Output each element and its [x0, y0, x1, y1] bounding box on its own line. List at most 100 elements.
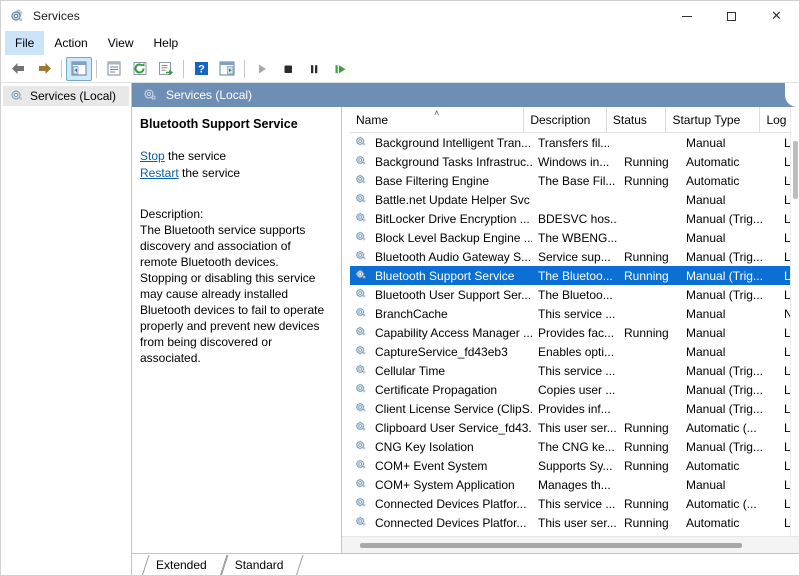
back-icon[interactable]: [5, 57, 31, 81]
service-cell-name: BitLocker Drive Encryption ...: [350, 210, 532, 227]
column-header-status[interactable]: Status: [607, 107, 667, 132]
service-cell-text: Provides fac...: [538, 326, 614, 340]
toolbar-separator-1: [61, 60, 62, 78]
services-list-body[interactable]: Background Intelligent Tran...Transfers …: [350, 133, 799, 536]
stop-service-icon[interactable]: [275, 57, 301, 81]
vertical-scrollbar[interactable]: [790, 107, 799, 536]
service-cell-description: Enables opti...: [532, 345, 618, 359]
service-gear-icon: [354, 134, 370, 151]
service-row[interactable]: Block Level Backup Engine ...The WBENG..…: [350, 228, 799, 247]
forward-icon[interactable]: [31, 57, 57, 81]
service-row[interactable]: CaptureService_fd43eb3 Enables opti... Man…: [350, 342, 799, 361]
service-cell-text: Background Intelligent Tran...: [375, 136, 531, 150]
service-cell-text: Manual: [686, 231, 725, 245]
service-cell-text: Automatic (...: [686, 421, 757, 435]
column-header-startup-type[interactable]: Startup Type: [666, 107, 760, 132]
service-cell-text: Running: [624, 155, 669, 169]
pause-service-icon[interactable]: [301, 57, 327, 81]
service-cell-startup: Automatic (...: [680, 421, 778, 435]
service-gear-icon: [354, 381, 370, 398]
service-cell-text: Manual (Trig...: [686, 383, 763, 397]
minimize-button[interactable]: [664, 1, 709, 31]
service-row[interactable]: COM+ System ApplicationManages th...Manu…: [350, 475, 799, 494]
column-header-label: Status: [613, 113, 647, 127]
show-hide-console-tree-icon[interactable]: [66, 57, 92, 81]
tab-standard[interactable]: Standard: [221, 555, 298, 575]
service-cell-text: Automatic: [686, 155, 739, 169]
service-cell-text: BDESVC hos...: [538, 212, 618, 226]
service-row[interactable]: Background Intelligent Tran...Transfers …: [350, 133, 799, 152]
service-cell-text: The Base Fil...: [538, 174, 615, 188]
horizontal-scrollbar[interactable]: [342, 536, 799, 553]
services-list-pane: Name˄DescriptionStatusStartup TypeLog Ba…: [342, 107, 799, 553]
service-cell-text: The CNG ke...: [538, 440, 615, 454]
service-cell-text: Connected Devices Platfor...: [375, 516, 526, 530]
tree-item-services-local[interactable]: Services (Local): [3, 86, 129, 106]
menu-bar: File Action View Help: [1, 31, 799, 55]
service-cell-name: Client License Service (ClipS...: [350, 400, 532, 417]
service-cell-text: COM+ Event System: [375, 459, 487, 473]
service-cell-status: Running: [618, 421, 680, 435]
menu-action[interactable]: Action: [44, 31, 97, 55]
menu-help[interactable]: Help: [144, 31, 189, 55]
service-cell-text: This service ...: [538, 497, 615, 511]
service-cell-startup: Manual (Trig...: [680, 269, 778, 283]
close-button[interactable]: ✕: [754, 1, 799, 31]
services-gear-icon: [9, 87, 25, 106]
service-row[interactable]: BranchCacheThis service ...ManualNetv: [350, 304, 799, 323]
services-gear-icon: [142, 86, 158, 105]
service-row[interactable]: Battle.net Update Helper SvcManualLoci: [350, 190, 799, 209]
service-cell-name: Battle.net Update Helper Svc: [350, 191, 532, 208]
service-cell-name: Capability Access Manager ...: [350, 324, 532, 341]
stop-service-link[interactable]: Stop: [140, 149, 165, 163]
service-cell-status: Running: [618, 269, 680, 283]
service-row[interactable]: Base Filtering EngineThe Base Fil...Runn…: [350, 171, 799, 190]
service-cell-text: Automatic: [686, 459, 739, 473]
column-header-description[interactable]: Description: [524, 107, 607, 132]
window-body: Services (Local) Services (Local) Blue: [1, 83, 799, 575]
title-bar: Services ✕: [1, 1, 799, 31]
service-row[interactable]: Capability Access Manager ... Provides fa…: [350, 323, 799, 342]
service-row[interactable]: Bluetooth Support ServiceThe Bluetoo...R…: [350, 266, 799, 285]
service-row[interactable]: Cellular TimeThis service ...Manual (Tri…: [350, 361, 799, 380]
service-cell-text: CNG Key Isolation: [375, 440, 474, 454]
vertical-scrollbar-thumb[interactable]: [793, 141, 798, 199]
service-cell-name: Cellular Time: [350, 362, 532, 379]
service-row[interactable]: Connected Devices Platfor...This service…: [350, 494, 799, 513]
service-row[interactable]: Clipboard User Service_fd43...This user …: [350, 418, 799, 437]
service-row[interactable]: Bluetooth User Support Ser...The Bluetoo…: [350, 285, 799, 304]
restart-service-link[interactable]: Restart: [140, 166, 179, 180]
service-row[interactable]: Background Tasks Infrastruc...Windows in…: [350, 152, 799, 171]
start-service-icon[interactable]: [249, 57, 275, 81]
service-cell-text: Running: [624, 497, 669, 511]
service-row[interactable]: COM+ Event SystemSupports Sy...RunningAu…: [350, 456, 799, 475]
service-cell-startup: Manual: [680, 345, 778, 359]
restart-service-icon[interactable]: [327, 57, 353, 81]
service-row[interactable]: BitLocker Drive Encryption ... BDESVC hos…: [350, 209, 799, 228]
help-icon[interactable]: ?: [188, 57, 214, 81]
service-cell-description: This service ...: [532, 364, 618, 378]
properties-icon[interactable]: [101, 57, 127, 81]
service-cell-text: Manual: [686, 345, 725, 359]
export-list-icon[interactable]: [153, 57, 179, 81]
service-row[interactable]: Client License Service (ClipS...Provides…: [350, 399, 799, 418]
console-tree-pane: Services (Local): [1, 83, 132, 575]
menu-view[interactable]: View: [98, 31, 144, 55]
service-cell-description: The WBENG...: [532, 231, 618, 245]
service-cell-text: Manual (Trig...: [686, 269, 763, 283]
show-action-pane-icon[interactable]: [214, 57, 240, 81]
service-cell-text: CaptureService_fd43eb3: [375, 345, 508, 359]
column-header-name[interactable]: Name˄: [350, 107, 524, 132]
service-row[interactable]: Certificate PropagationCopies user ...Ma…: [350, 380, 799, 399]
refresh-icon[interactable]: [127, 57, 153, 81]
service-row[interactable]: CNG Key IsolationThe CNG ke...RunningMan…: [350, 437, 799, 456]
horizontal-scrollbar-thumb[interactable]: [360, 543, 742, 548]
menu-file[interactable]: File: [5, 31, 44, 55]
service-row[interactable]: Bluetooth Audio Gateway S...Service sup.…: [350, 247, 799, 266]
tab-extended[interactable]: Extended: [142, 555, 221, 575]
service-row[interactable]: Connected Devices Platfor...This user se…: [350, 513, 799, 532]
service-cell-startup: Manual: [680, 478, 778, 492]
service-cell-text: Running: [624, 516, 669, 530]
maximize-button[interactable]: [709, 1, 754, 31]
service-cell-text: Service sup...: [538, 250, 611, 264]
